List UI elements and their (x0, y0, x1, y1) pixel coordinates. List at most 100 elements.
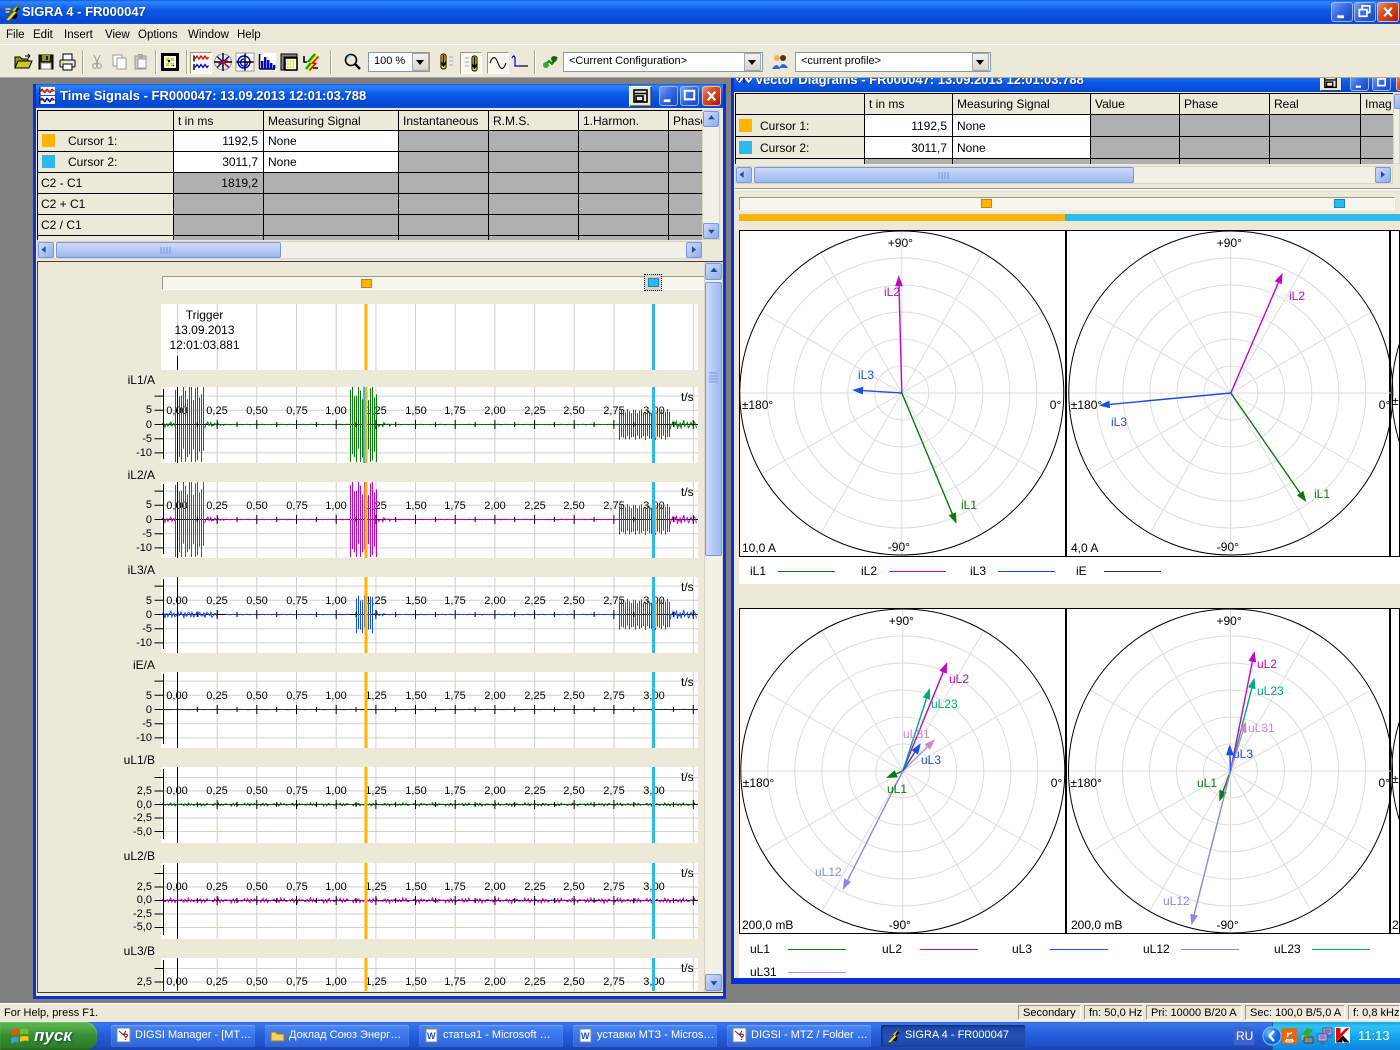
svg-text:0,75: 0,75 (286, 785, 307, 797)
svg-text:t/s: t/s (681, 770, 694, 784)
svg-text:0,75: 0,75 (286, 500, 307, 512)
svg-text:0,75: 0,75 (286, 405, 307, 417)
svg-text:1,25: 1,25 (365, 690, 386, 702)
svg-text:0,25: 0,25 (206, 595, 227, 607)
svg-text:1,00: 1,00 (325, 500, 346, 512)
svg-text:1,50: 1,50 (405, 976, 426, 988)
svg-text:2,00: 2,00 (484, 976, 505, 988)
svg-text:2,50: 2,50 (563, 976, 584, 988)
svg-text:1,00: 1,00 (325, 976, 346, 988)
svg-text:1,25: 1,25 (365, 881, 386, 893)
svg-text:0,50: 0,50 (246, 595, 267, 607)
svg-text:1,00: 1,00 (325, 405, 346, 417)
svg-text:uL23: uL23 (931, 697, 958, 711)
svg-text:?: ? (123, 1032, 129, 1042)
svg-text:0,50: 0,50 (246, 976, 267, 988)
svg-text:0,75: 0,75 (286, 595, 307, 607)
svg-text:2,75: 2,75 (603, 881, 624, 893)
svg-text:0,75: 0,75 (286, 881, 307, 893)
svg-text:uL2: uL2 (949, 672, 969, 686)
svg-text:uL1: uL1 (887, 782, 907, 796)
svg-text:0°: 0° (1050, 398, 1062, 412)
svg-text:2,50: 2,50 (563, 785, 584, 797)
svg-text:2,50: 2,50 (563, 690, 584, 702)
svg-text:-90°: -90° (889, 918, 911, 932)
svg-text:0,50: 0,50 (246, 881, 267, 893)
svg-text:±1: ±1 (1392, 772, 1400, 786)
svg-text:2,50: 2,50 (563, 500, 584, 512)
svg-text:t/s: t/s (681, 580, 694, 594)
svg-text:W: W (581, 1031, 590, 1041)
svg-text:0°: 0° (1379, 776, 1391, 790)
svg-text:2,25: 2,25 (524, 500, 545, 512)
svg-text:uL2: uL2 (1257, 657, 1277, 671)
svg-text:uL12: uL12 (1163, 894, 1190, 908)
svg-text:1,75: 1,75 (444, 976, 465, 988)
svg-text:200,0 mB: 200,0 mB (1071, 918, 1122, 932)
svg-text:W: W (427, 1031, 436, 1041)
svg-text:±1: ±1 (1392, 394, 1400, 408)
svg-text:0,25: 0,25 (206, 881, 227, 893)
svg-text:1,50: 1,50 (405, 690, 426, 702)
svg-text:1,75: 1,75 (444, 881, 465, 893)
svg-text:+90°: +90° (1217, 614, 1242, 628)
svg-text:0,25: 0,25 (206, 405, 227, 417)
svg-text:t/s: t/s (681, 675, 694, 689)
svg-text:0,25: 0,25 (206, 976, 227, 988)
svg-text:0,25: 0,25 (206, 690, 227, 702)
svg-text:0,75: 0,75 (286, 976, 307, 988)
svg-text:0,50: 0,50 (246, 785, 267, 797)
svg-text:?: ? (739, 1032, 745, 1042)
svg-text:1,75: 1,75 (444, 785, 465, 797)
svg-text:2,00: 2,00 (484, 500, 505, 512)
svg-text:iL1: iL1 (1314, 487, 1330, 501)
svg-text:1,75: 1,75 (444, 595, 465, 607)
svg-text:2,75: 2,75 (603, 976, 624, 988)
svg-text:2,00: 2,00 (484, 405, 505, 417)
svg-text:0,25: 0,25 (206, 785, 227, 797)
svg-text:2,25: 2,25 (524, 690, 545, 702)
svg-text:2,00: 2,00 (484, 595, 505, 607)
svg-text:2,25: 2,25 (524, 976, 545, 988)
svg-text:1,50: 1,50 (405, 881, 426, 893)
svg-text:t/s: t/s (681, 961, 694, 975)
svg-text:1,50: 1,50 (405, 500, 426, 512)
svg-text:0,50: 0,50 (246, 500, 267, 512)
svg-text:iL1: iL1 (961, 498, 977, 512)
svg-text:20: 20 (1392, 918, 1400, 932)
svg-text:0,50: 0,50 (246, 690, 267, 702)
svg-text:2,25: 2,25 (524, 881, 545, 893)
svg-text:200,0 mB: 200,0 mB (742, 918, 793, 932)
svg-text:uL3: uL3 (1233, 747, 1253, 761)
svg-text:iL2: iL2 (884, 285, 900, 299)
svg-text:±180°: ±180° (1071, 398, 1103, 412)
svg-text:4,0 A: 4,0 A (1071, 541, 1098, 555)
svg-text:t/s: t/s (681, 390, 694, 404)
svg-text:±180°: ±180° (742, 398, 774, 412)
svg-text:1,00: 1,00 (325, 881, 346, 893)
svg-text:1,75: 1,75 (444, 690, 465, 702)
svg-text:0°: 0° (1051, 776, 1063, 790)
svg-text:+90°: +90° (888, 236, 913, 250)
svg-text:2,25: 2,25 (524, 785, 545, 797)
svg-text:1,00: 1,00 (325, 595, 346, 607)
svg-text:2,00: 2,00 (484, 690, 505, 702)
svg-text:-90°: -90° (888, 540, 910, 554)
svg-text:2,50: 2,50 (563, 881, 584, 893)
svg-text:iL2: iL2 (1289, 289, 1305, 303)
svg-text:1,50: 1,50 (405, 785, 426, 797)
svg-text:uL12: uL12 (815, 865, 842, 879)
svg-text:-90°: -90° (1217, 540, 1239, 554)
svg-text:2,00: 2,00 (484, 785, 505, 797)
svg-text:0,50: 0,50 (246, 405, 267, 417)
svg-text:2,75: 2,75 (603, 785, 624, 797)
svg-text:uL23: uL23 (1257, 684, 1284, 698)
svg-text:uL1: uL1 (1197, 776, 1217, 790)
svg-text:uL3: uL3 (921, 753, 941, 767)
svg-text:uL31: uL31 (1248, 721, 1275, 735)
svg-text:1,00: 1,00 (325, 690, 346, 702)
svg-text:2,25: 2,25 (524, 405, 545, 417)
svg-text:1,00: 1,00 (325, 785, 346, 797)
svg-text:+90°: +90° (889, 614, 914, 628)
svg-text:1,50: 1,50 (405, 405, 426, 417)
